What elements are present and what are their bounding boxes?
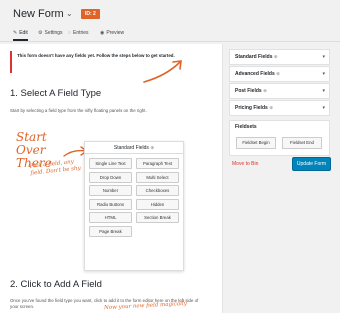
comments-icon: ◌: [68, 30, 71, 36]
help-icon[interactable]: ⊕: [263, 88, 267, 93]
help-icon[interactable]: ⊕: [276, 71, 280, 76]
sidebar-label: Post Fields: [235, 88, 262, 94]
field-button-hidden[interactable]: Hidden: [136, 199, 179, 210]
field-button-drop-down[interactable]: Drop Down: [89, 172, 132, 183]
gear-icon: ⚙: [38, 30, 43, 36]
move-to-bin-link[interactable]: Move to Bin: [232, 161, 258, 167]
tab-label: Settings: [44, 30, 63, 36]
sidebar-pricing-fields[interactable]: Pricing Fields ⊕ ▾: [229, 100, 330, 116]
field-button-section-break[interactable]: Section Break: [136, 212, 179, 223]
update-form-button[interactable]: Update Form: [292, 157, 331, 171]
tab-preview[interactable]: ◉ Preview: [100, 27, 124, 40]
form-tabs: ✎ Edit ⚙ Settings ◌ Entries ◉ Preview: [0, 27, 340, 42]
tab-label: Preview: [106, 30, 125, 36]
sidebar-label: Standard Fields: [235, 54, 273, 60]
tab-label: Entries: [72, 30, 89, 36]
chevron-down-icon: ▾: [322, 88, 325, 94]
panel-title: Standard Fields ⊕: [85, 142, 183, 154]
field-button-page-break[interactable]: Page Break: [89, 226, 132, 237]
tab-label: Edit: [19, 29, 28, 36]
step1-heading: 1. Select A Field Type: [10, 88, 102, 99]
sidebar-standard-fields[interactable]: Standard Fields ⊕ ▾: [229, 49, 330, 65]
form-title: New Form: [13, 8, 64, 20]
field-button-checkboxes[interactable]: Checkboxes: [136, 185, 179, 196]
eye-icon: ◉: [100, 30, 105, 36]
field-button-single-line-text[interactable]: Single Line Text: [89, 158, 132, 169]
tab-entries[interactable]: ◌ Entries: [68, 27, 89, 40]
standard-fields-panel: Standard Fields ⊕ Single Line Text Parag…: [84, 141, 184, 271]
fieldset-begin-button[interactable]: Fieldset Begin: [236, 137, 276, 149]
form-id-badge: ID: 2: [81, 9, 100, 19]
step1-description: Start by selecting a field type from the…: [10, 108, 147, 113]
tab-settings[interactable]: ⚙ Settings: [38, 27, 63, 40]
tab-edit[interactable]: ✎ Edit: [13, 27, 28, 41]
help-icon[interactable]: ⊕: [269, 105, 273, 110]
help-icon[interactable]: ⊕: [150, 145, 154, 150]
chevron-down-icon[interactable]: ⌄: [66, 9, 73, 18]
sidebar-label: Advanced Fields: [235, 71, 275, 77]
sidebar-fieldsets: Fieldsets Fieldset Begin Fieldset End: [229, 120, 330, 156]
chevron-down-icon: ▾: [322, 54, 325, 60]
help-icon[interactable]: ⊕: [274, 54, 278, 59]
sidebar-post-fields[interactable]: Post Fields ⊕ ▾: [229, 83, 330, 99]
step2-heading: 2. Click to Add A Field: [10, 279, 102, 290]
pencil-icon: ✎: [13, 29, 18, 36]
arrow-right-up-icon: [143, 60, 182, 83]
field-button-html[interactable]: HTML: [89, 212, 132, 223]
panel-title-label: Standard Fields: [113, 145, 149, 151]
field-button-number[interactable]: Number: [89, 185, 132, 196]
sidebar-advanced-fields[interactable]: Advanced Fields ⊕ ▾: [229, 66, 330, 82]
chevron-down-icon: ▾: [322, 105, 325, 111]
fieldset-end-button[interactable]: Fieldset End: [282, 137, 322, 149]
field-button-multi-select[interactable]: Multi Select: [136, 172, 179, 183]
sidebar-label: Pricing Fields: [235, 105, 268, 111]
sidebar-label: Fieldsets: [235, 124, 257, 130]
chevron-down-icon: ▾: [322, 71, 325, 77]
field-button-radio-buttons[interactable]: Radio Buttons: [89, 199, 132, 210]
field-button-paragraph-text[interactable]: Paragraph Text: [136, 158, 179, 169]
